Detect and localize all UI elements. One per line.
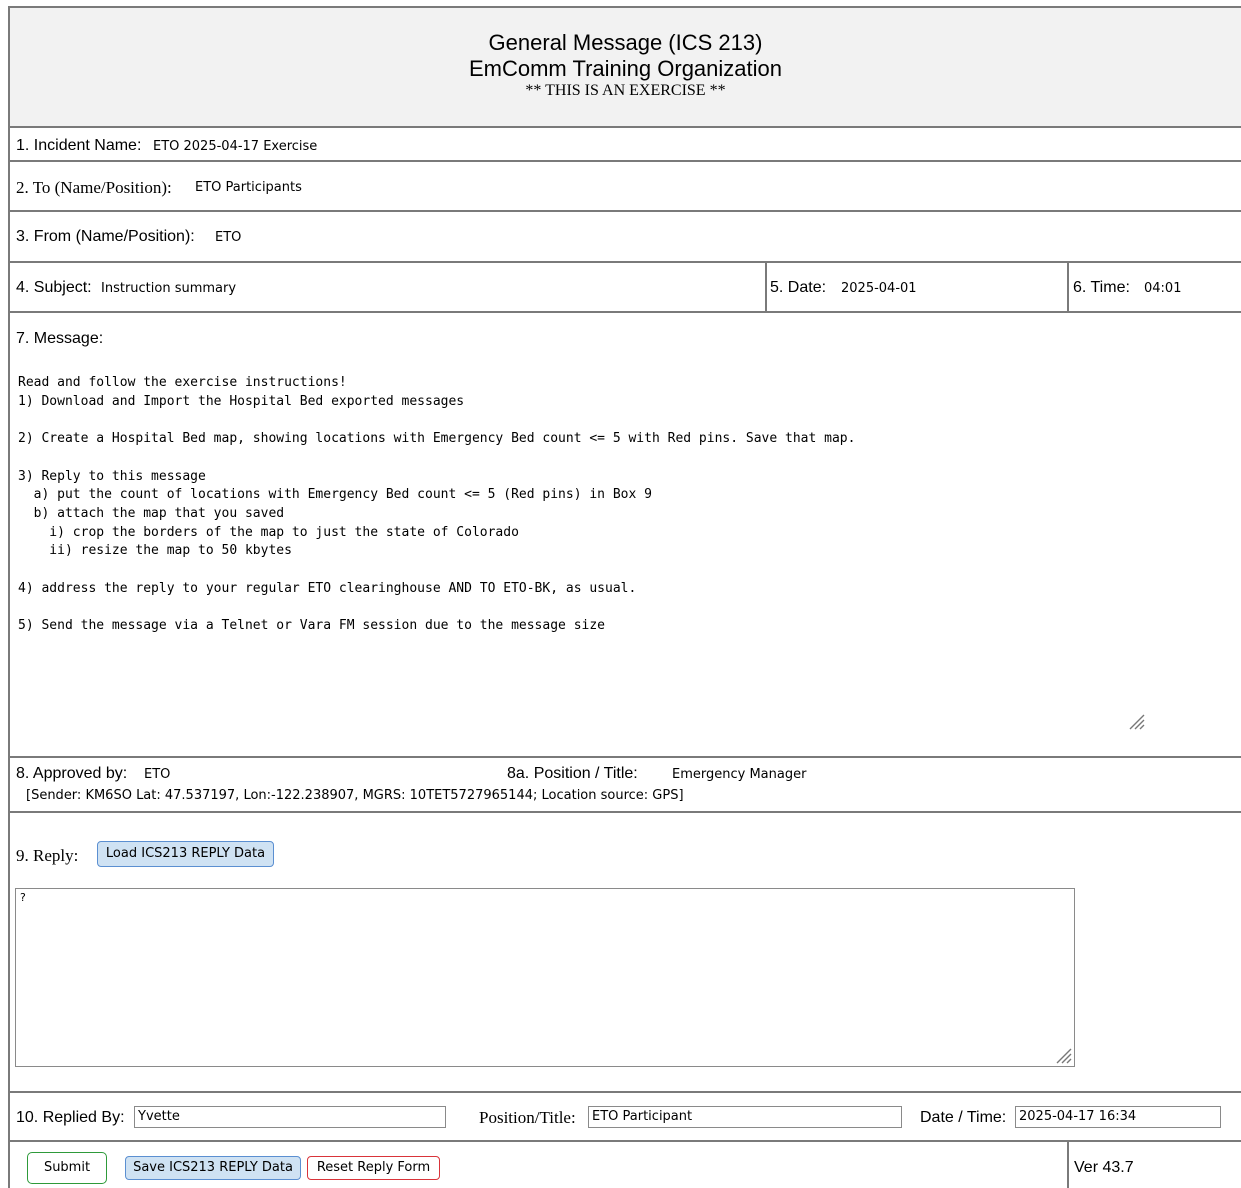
version-label: Ver 43.7: [1074, 1159, 1134, 1176]
message-line: [18, 561, 855, 580]
replied-by-label: 10. Replied By:: [16, 1109, 125, 1126]
message-row: 7. Message: Read and follow the exercise…: [10, 313, 1241, 758]
save-reply-data-button[interactable]: Save ICS213 REPLY Data: [125, 1156, 301, 1180]
time-label: 6. Time:: [1073, 279, 1130, 296]
message-line: [18, 449, 855, 468]
incident-row: 1. Incident Name: ETO 2025-04-17 Exercis…: [10, 128, 1241, 162]
to-value: ETO Participants: [195, 180, 302, 195]
form-title: General Message (ICS 213): [488, 30, 763, 55]
message-line: 2) Create a Hospital Bed map, showing lo…: [18, 431, 856, 447]
position-value: Emergency Manager: [672, 767, 807, 782]
message-line: 3) Reply to this message: [18, 468, 206, 484]
load-reply-data-button[interactable]: Load ICS213 REPLY Data: [97, 841, 274, 867]
submit-button[interactable]: Submit: [27, 1152, 107, 1184]
approved-value: ETO: [144, 767, 171, 782]
message-line: [18, 598, 855, 617]
replied-position-input[interactable]: ETO Participant: [588, 1106, 902, 1128]
approved-label: 8. Approved by:: [16, 765, 128, 782]
position-label: 8a. Position / Title:: [507, 765, 638, 782]
approved-row: 8. Approved by: ETO 8a. Position / Title…: [10, 758, 1241, 813]
reply-row: 9. Reply: Load ICS213 REPLY Data ?: [10, 813, 1241, 1093]
reset-reply-form-button[interactable]: Reset Reply Form: [307, 1156, 440, 1180]
subject-date-divider: [765, 263, 767, 311]
replied-datetime-input[interactable]: 2025-04-17 16:34: [1015, 1106, 1221, 1128]
from-value: ETO: [215, 230, 242, 245]
subject-row: 4. Subject: Instruction summary 5. Date:…: [10, 263, 1241, 313]
date-value: 2025-04-01: [841, 281, 917, 296]
message-line: 1) Download and Import the Hospital Bed …: [18, 393, 465, 409]
message-line: b) attach the map that you saved: [18, 505, 285, 521]
replied-row: 10. Replied By: Yvette Position/Title: E…: [10, 1093, 1241, 1142]
message-line: 5) Send the message via a Telnet or Vara…: [18, 618, 605, 634]
reply-text: ?: [20, 891, 26, 904]
reply-resize-grip-icon[interactable]: [1054, 1046, 1072, 1064]
from-label: 3. From (Name/Position):: [16, 228, 195, 245]
replied-position-label: Position/Title:: [479, 1108, 576, 1127]
message-line: 4) address the reply to your regular ETO…: [18, 580, 637, 596]
incident-value: ETO 2025-04-17 Exercise: [153, 139, 318, 154]
subject-value: Instruction summary: [101, 281, 237, 296]
replied-by-input[interactable]: Yvette: [134, 1106, 446, 1128]
message-line: [18, 411, 855, 430]
to-row: 2. To (Name/Position): ETO Participants: [10, 162, 1241, 212]
exercise-note: ** THIS IS AN EXERCISE **: [525, 82, 726, 99]
from-row: 3. From (Name/Position): ETO: [10, 212, 1241, 263]
footer-divider: [1067, 1142, 1069, 1188]
to-label: 2. To (Name/Position):: [16, 178, 172, 197]
time-value: 04:01: [1144, 281, 1182, 296]
reply-label: 9. Reply:: [16, 846, 79, 865]
message-line: ii) resize the map to 50 kbytes: [18, 543, 292, 559]
reply-textarea[interactable]: ?: [15, 888, 1075, 1067]
resize-grip-icon[interactable]: [1126, 711, 1146, 731]
message-body: Read and follow the exercise instruction…: [18, 374, 855, 636]
subject-label: 4. Subject:: [16, 279, 92, 296]
incident-label: 1. Incident Name:: [16, 137, 142, 154]
message-line: a) put the count of locations with Emerg…: [18, 487, 652, 503]
date-time-divider: [1067, 263, 1069, 311]
footer-row: Submit Save ICS213 REPLY Data Reset Repl…: [10, 1142, 1241, 1188]
date-label: 5. Date:: [770, 279, 827, 296]
message-line: i) crop the borders of the map to just t…: [18, 524, 519, 540]
replied-datetime-label: Date / Time:: [920, 1109, 1007, 1126]
message-label: 7. Message:: [16, 330, 104, 347]
sender-info: [Sender: KM6SO Lat: 47.537197, Lon:-122.…: [26, 788, 684, 803]
form-header: General Message (ICS 213) EmComm Trainin…: [10, 8, 1241, 128]
organization-name: EmComm Training Organization: [468, 56, 782, 81]
message-line: Read and follow the exercise instruction…: [18, 375, 347, 390]
